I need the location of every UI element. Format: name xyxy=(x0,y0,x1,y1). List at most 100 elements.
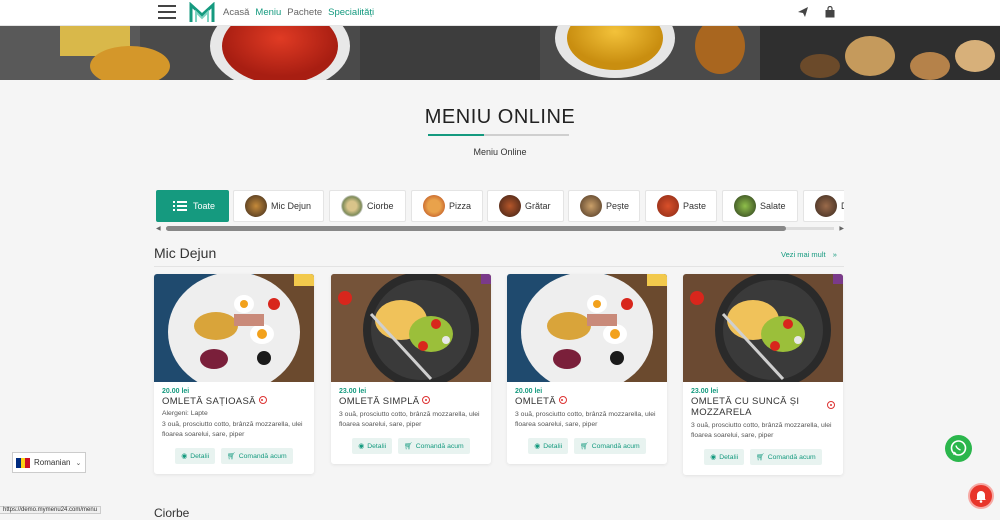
order-now-button[interactable]: 🛒︎ Comandă acum xyxy=(398,438,470,454)
order-label: Comandă acum xyxy=(238,452,287,460)
category-label: Grătar xyxy=(525,201,551,211)
main-nav: Acasă Meniu Pachete Specialități xyxy=(223,7,374,18)
see-more-link[interactable]: Vezi mai mult » xyxy=(781,250,837,259)
section-divider xyxy=(154,266,844,267)
category-salate[interactable]: Salate xyxy=(722,190,798,222)
eye-icon: ◉ xyxy=(710,454,717,461)
category-gratar[interactable]: Grătar xyxy=(487,190,564,222)
order-label: Comandă acum xyxy=(767,453,816,461)
order-now-button[interactable]: 🛒︎ Comandă acum xyxy=(750,449,822,465)
order-now-button[interactable]: 🛒︎ Comandă acum xyxy=(221,448,293,464)
details-label: Detalii xyxy=(543,442,563,450)
category-mic-dejun[interactable]: Mic Dejun xyxy=(233,190,324,222)
category-label: Paste xyxy=(683,201,707,211)
product-name-label: OMLETĂ SIMPLĂ xyxy=(339,396,420,407)
category-label: Salate xyxy=(760,201,786,211)
category-paste[interactable]: Paste xyxy=(645,190,717,222)
bell-icon xyxy=(976,491,986,503)
product-price: 23.00 lei xyxy=(691,388,719,395)
product-description: 3 ouă, prosciutto cotto, brânză mozzarel… xyxy=(339,411,480,428)
food-icon xyxy=(657,195,679,217)
product-price: 23.00 lei xyxy=(339,388,367,395)
nav-item-specialitati[interactable]: Specialități xyxy=(328,7,374,18)
product-price: 20.00 lei xyxy=(162,388,190,395)
details-label: Detalii xyxy=(719,453,739,461)
product-card[interactable]: 20.00 lei OMLETĂ SAȚIOASĂ Alergeni: Lapt… xyxy=(154,274,314,474)
details-button[interactable]: ◉ Detalii xyxy=(352,438,393,454)
status-bar-url: https://demo.mymenu24.com/menu xyxy=(0,506,102,514)
category-label: Toate xyxy=(193,201,216,211)
nav-item-acasa[interactable]: Acasă xyxy=(223,7,249,18)
notification-bell-button[interactable] xyxy=(968,483,994,509)
next-section-title: Ciorbe xyxy=(154,506,190,520)
send-icon[interactable] xyxy=(797,6,809,18)
food-icon xyxy=(499,195,521,217)
category-toate[interactable]: Toate xyxy=(156,190,229,222)
section-title: Mic Dejun xyxy=(154,245,217,261)
page-title: MENIU ONLINE xyxy=(424,106,576,128)
details-button[interactable]: ◉ Detalii xyxy=(704,449,745,465)
scroll-right-icon[interactable]: ▶ xyxy=(839,225,844,232)
order-label: Comandă acum xyxy=(415,442,464,450)
product-name-label: OMLETĂ SAȚIOASĂ xyxy=(162,396,256,407)
food-icon xyxy=(341,195,363,217)
product-card[interactable]: 23.00 lei OMLETĂ SIMPLĂ 3 ouă, prosciutt… xyxy=(331,274,491,464)
cart-icon: 🛒︎ xyxy=(404,443,413,450)
logo-icon[interactable] xyxy=(189,2,215,24)
product-description: 3 ouă, prosciutto cotto, brânză mozzarel… xyxy=(162,421,303,438)
nav-item-meniu[interactable]: Meniu xyxy=(255,7,281,18)
product-name[interactable]: OMLETĂ SAȚIOASĂ xyxy=(162,396,306,407)
scroll-left-icon[interactable]: ◀ xyxy=(156,225,161,232)
category-label: Pizza xyxy=(449,201,472,211)
hero-banner-image xyxy=(0,26,1000,80)
title-divider xyxy=(428,134,569,136)
product-image[interactable] xyxy=(154,274,314,382)
see-more-label: Vezi mai mult xyxy=(781,250,826,259)
product-card[interactable]: 23.00 lei OMLETĂ CU SUNCĂ ȘI MOZZARELA 3… xyxy=(683,274,843,475)
product-name[interactable]: OMLETĂ xyxy=(515,396,659,407)
shopping-bag-icon[interactable] xyxy=(824,6,836,18)
category-pizza[interactable]: Pizza xyxy=(411,190,483,222)
food-icon xyxy=(423,195,445,217)
nav-item-pachete[interactable]: Pachete xyxy=(287,7,322,18)
product-price: 20.00 lei xyxy=(515,388,543,395)
product-name[interactable]: OMLETĂ SIMPLĂ xyxy=(339,396,483,407)
product-name-label: OMLETĂ xyxy=(515,396,556,407)
product-image[interactable] xyxy=(507,274,667,382)
product-image[interactable] xyxy=(331,274,491,382)
category-scrollbar[interactable]: ◀ ▶ xyxy=(156,225,844,232)
details-label: Detalii xyxy=(367,442,387,450)
details-button[interactable]: ◉ Detalii xyxy=(175,448,216,464)
product-description: 3 ouă, prosciutto cotto, brânză mozzarel… xyxy=(691,422,832,439)
details-button[interactable]: ◉ Detalii xyxy=(528,438,569,454)
top-navbar: Acasă Meniu Pachete Specialități xyxy=(0,0,1000,26)
product-description: 3 ouă, prosciutto cotto, brânză mozzarel… xyxy=(515,411,656,428)
category-peste[interactable]: Pește xyxy=(568,190,640,222)
food-icon xyxy=(580,195,602,217)
product-allergens: Alergeni: Lapte xyxy=(162,410,208,417)
cart-icon: 🛒︎ xyxy=(756,454,765,461)
category-desert[interactable]: D xyxy=(803,190,844,222)
language-selector[interactable]: Romanian ⌄ xyxy=(12,452,86,473)
nonveg-icon xyxy=(422,396,431,404)
nonveg-icon xyxy=(258,396,267,404)
scrollbar-thumb[interactable] xyxy=(166,226,786,231)
eye-icon: ◉ xyxy=(181,453,188,460)
cart-icon: 🛒︎ xyxy=(580,443,589,450)
food-icon xyxy=(734,195,756,217)
product-name[interactable]: OMLETĂ CU SUNCĂ ȘI MOZZARELA xyxy=(691,396,835,418)
order-now-button[interactable]: 🛒︎ Comandă acum xyxy=(574,438,646,454)
menu-icon[interactable] xyxy=(158,5,176,19)
eye-icon: ◉ xyxy=(534,443,541,450)
page-subtitle: Meniu Online xyxy=(473,147,527,157)
product-image[interactable] xyxy=(683,274,843,382)
whatsapp-button[interactable] xyxy=(945,435,972,462)
product-name-label: OMLETĂ CU SUNCĂ ȘI MOZZARELA xyxy=(691,396,800,418)
category-ciorbe[interactable]: Ciorbe xyxy=(329,190,406,222)
food-icon xyxy=(815,195,837,217)
nonveg-icon xyxy=(827,401,835,409)
product-card[interactable]: 20.00 lei OMLETĂ 3 ouă, prosciutto cotto… xyxy=(507,274,667,464)
category-strip: Toate Mic Dejun Ciorbe Pizza Grătar Peșt… xyxy=(156,190,844,224)
category-label: Pește xyxy=(606,201,630,211)
whatsapp-icon xyxy=(950,440,967,456)
